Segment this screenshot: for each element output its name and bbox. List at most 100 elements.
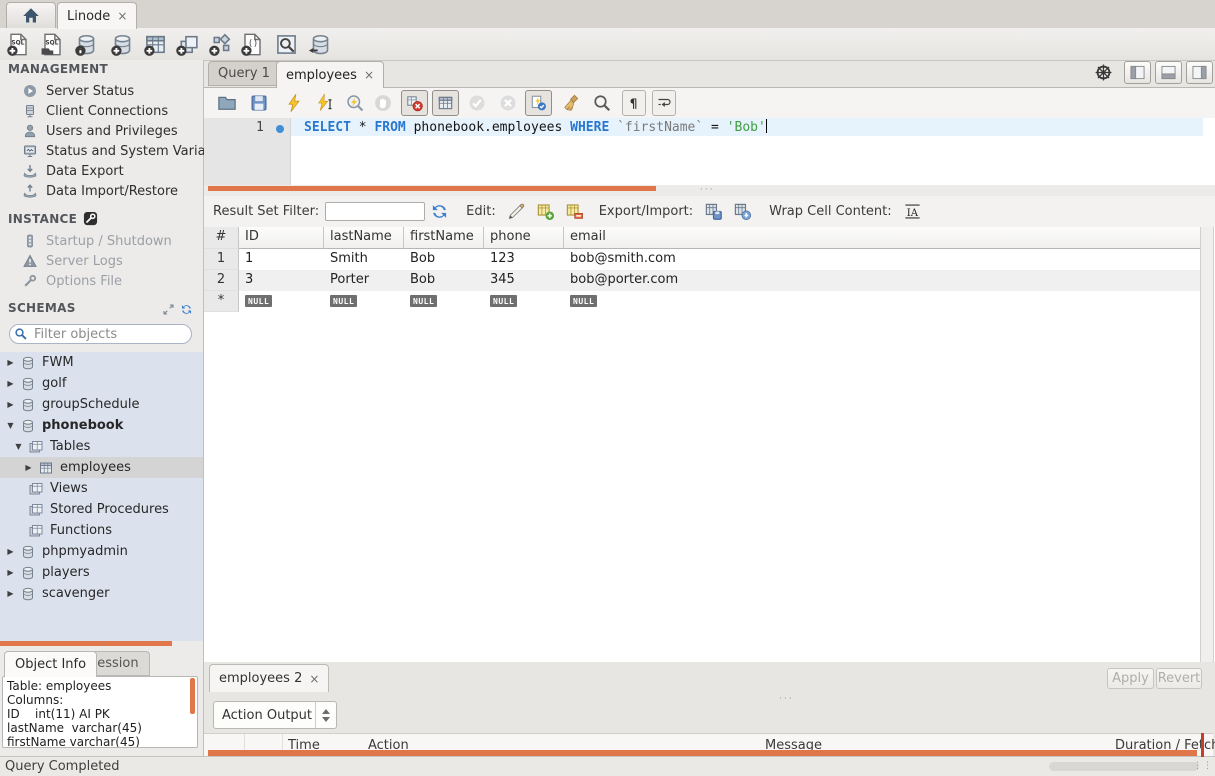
- apply-button[interactable]: Apply: [1107, 668, 1154, 689]
- reconnect-dbms-button[interactable]: [308, 32, 333, 57]
- create-function-button[interactable]: (): [240, 32, 265, 57]
- home-tab[interactable]: [6, 2, 56, 28]
- toggle-autocommit-button[interactable]: [525, 90, 552, 116]
- null-badge[interactable]: NULL: [570, 295, 597, 307]
- chevron-down-icon[interactable]: ▼: [4, 421, 17, 430]
- selector-stepper[interactable]: [315, 702, 336, 728]
- splitter-grip[interactable]: ···: [700, 185, 715, 195]
- null-badge[interactable]: NULL: [410, 295, 437, 307]
- chevron-right-icon[interactable]: ▶: [4, 547, 17, 556]
- tree-item-schema[interactable]: ▶ scavenger: [0, 583, 203, 604]
- tree-item-schema-phonebook[interactable]: ▼ phonebook: [0, 415, 203, 436]
- toggle-stop-on-error-button[interactable]: [401, 90, 428, 116]
- sidebar-item-users-privileges[interactable]: Users and Privileges: [0, 121, 203, 141]
- refresh-results-icon[interactable]: [430, 202, 449, 221]
- column-header-firstname[interactable]: firstName: [404, 227, 484, 249]
- output-selector[interactable]: Action Output: [213, 701, 337, 729]
- column-header-phone[interactable]: phone: [484, 227, 564, 249]
- horizontal-scrollbar[interactable]: [1049, 762, 1199, 771]
- sidebar-item-data-import[interactable]: Data Import/Restore: [0, 181, 203, 201]
- table-row[interactable]: 1 1 Smith Bob 123 bob@smith.com: [204, 249, 1215, 270]
- column-header-lastname[interactable]: lastName: [324, 227, 404, 249]
- add-row-icon[interactable]: [536, 202, 555, 221]
- null-badge[interactable]: NULL: [330, 295, 357, 307]
- tree-item-procedures-folder[interactable]: Stored Procedures: [0, 499, 203, 520]
- null-badge[interactable]: NULL: [245, 295, 272, 307]
- tab-employees[interactable]: employees ×: [276, 61, 384, 88]
- toggle-invisibles-button[interactable]: ¶: [622, 90, 646, 116]
- search-table-data-button[interactable]: [274, 32, 299, 57]
- chevron-right-icon[interactable]: ▶: [4, 589, 17, 598]
- tree-item-schema[interactable]: ▶ players: [0, 562, 203, 583]
- tree-item-table-employees[interactable]: ▶ employees: [0, 457, 203, 478]
- tree-item-views-folder[interactable]: Views: [0, 478, 203, 499]
- find-button[interactable]: [592, 93, 612, 113]
- splitter-grip[interactable]: ···: [779, 694, 794, 704]
- execute-button[interactable]: [284, 93, 304, 113]
- chevron-right-icon[interactable]: ▶: [22, 463, 35, 472]
- column-header-id[interactable]: ID: [239, 227, 324, 249]
- save-script-button[interactable]: [249, 93, 269, 113]
- import-records-icon[interactable]: [733, 202, 752, 221]
- null-badge[interactable]: NULL: [490, 295, 517, 307]
- resize-grip-icon[interactable]: ⋮⋮: [1193, 761, 1213, 771]
- stepper-down-icon[interactable]: [322, 717, 330, 722]
- editor-result-splitter[interactable]: ···: [204, 185, 1215, 196]
- explain-button[interactable]: [345, 93, 365, 113]
- table-row-new[interactable]: * NULL NULL NULL NULL NULL: [204, 291, 1215, 312]
- schema-filter-input[interactable]: [32, 326, 187, 343]
- commit-button[interactable]: [467, 93, 487, 113]
- beautify-button[interactable]: [562, 93, 582, 113]
- sidebar-item-server-logs[interactable]: Server Logs: [0, 251, 203, 271]
- stop-button[interactable]: [373, 93, 393, 113]
- column-header-rownum[interactable]: #: [204, 227, 239, 249]
- result-grid-scrollbar[interactable]: [1200, 227, 1214, 662]
- sidebar-item-data-export[interactable]: Data Export: [0, 161, 203, 181]
- sidebar-item-options-file[interactable]: Options File: [0, 271, 203, 291]
- tab-close-icon[interactable]: ×: [364, 68, 374, 82]
- tree-item-schema[interactable]: ▶ phpmyadmin: [0, 541, 203, 562]
- revert-button[interactable]: Revert: [1156, 668, 1202, 689]
- open-script-button[interactable]: [217, 93, 237, 113]
- sidebar-item-startup-shutdown[interactable]: Startup / Shutdown: [0, 231, 203, 251]
- tree-item-functions-folder[interactable]: Functions: [0, 520, 203, 541]
- new-sql-tab-button[interactable]: SQL: [6, 32, 31, 57]
- connection-tab-close-icon[interactable]: ×: [117, 9, 127, 23]
- tree-item-schema[interactable]: ▶ groupSchedule: [0, 394, 203, 415]
- splitter-grip[interactable]: ···: [96, 639, 111, 649]
- stepper-up-icon[interactable]: [322, 709, 330, 714]
- result-filter-input[interactable]: [325, 202, 425, 221]
- sidebar-item-client-connections[interactable]: Client Connections: [0, 101, 203, 121]
- open-inspector-button[interactable]: [74, 32, 99, 57]
- export-recordset-icon[interactable]: [704, 202, 723, 221]
- tab-object-info[interactable]: Object Info: [4, 651, 97, 677]
- wrap-cell-content-icon[interactable]: IA: [903, 202, 922, 221]
- chevron-right-icon[interactable]: ▶: [4, 568, 17, 577]
- sidebar-item-server-status[interactable]: Server Status: [0, 81, 203, 101]
- chevron-right-icon[interactable]: ▶: [4, 358, 17, 367]
- rollback-button[interactable]: [498, 93, 518, 113]
- tree-item-tables-folder[interactable]: ▼ Tables: [0, 436, 203, 457]
- create-procedure-button[interactable]: [208, 32, 233, 57]
- create-view-button[interactable]: [175, 32, 200, 57]
- chevron-down-icon[interactable]: ▼: [12, 442, 25, 451]
- expand-schemas-icon[interactable]: [162, 303, 175, 316]
- create-table-button[interactable]: [143, 32, 168, 57]
- sql-code-editor[interactable]: 1 SELECT * FROM phonebook.employees WHER…: [204, 117, 1215, 186]
- execute-current-button[interactable]: [315, 93, 335, 113]
- sql-statement[interactable]: SELECT * FROM phonebook.employees WHERE …: [304, 119, 767, 135]
- tab-close-icon[interactable]: ×: [309, 672, 319, 686]
- table-row[interactable]: 2 3 Porter Bob 345 bob@porter.com: [204, 270, 1215, 291]
- edit-record-icon[interactable]: [507, 202, 526, 221]
- create-schema-button[interactable]: [110, 32, 135, 57]
- chevron-right-icon[interactable]: ▶: [4, 379, 17, 388]
- chevron-right-icon[interactable]: ▶: [4, 400, 17, 409]
- delete-row-icon[interactable]: [565, 202, 584, 221]
- sidebar-item-system-variables[interactable]: Status and System Variables: [0, 141, 203, 161]
- connection-tab[interactable]: Linode ×: [57, 2, 137, 29]
- refresh-schemas-icon[interactable]: [180, 303, 193, 316]
- tree-item-schema[interactable]: ▶ FWM: [0, 352, 203, 373]
- object-info-scrollbar[interactable]: [190, 678, 195, 714]
- toggle-word-wrap-button[interactable]: [652, 90, 676, 116]
- column-header-email[interactable]: email: [564, 227, 1201, 249]
